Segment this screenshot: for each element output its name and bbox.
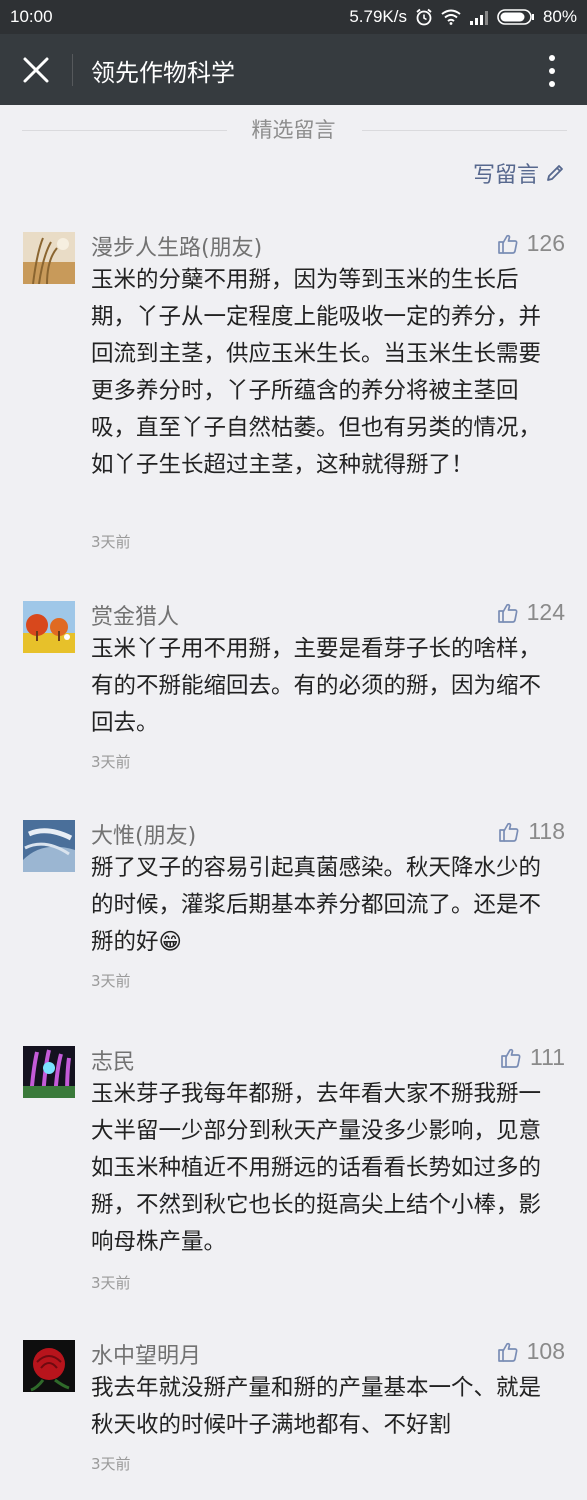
comment-text: 掰了叉子的容易引起真菌感染。秋天降水少的的时候，灌浆后期基本养分都回流了。还是不… xyxy=(91,855,542,955)
thumbs-up-icon xyxy=(501,1048,521,1068)
network-speed: 5.79K/s xyxy=(349,7,407,26)
comment-text: 玉米的分蘖不用掰，因为等到玉米的生长后期，丫子从一定程度上能吸收一定的养分，并回… xyxy=(91,267,542,478)
more-options-icon[interactable] xyxy=(547,54,557,88)
write-comment-button[interactable]: 写留言 xyxy=(473,157,565,189)
header-divider xyxy=(72,54,73,86)
thumbs-up-icon xyxy=(497,603,518,623)
thumbs-up-icon xyxy=(497,1342,518,1362)
avatar[interactable] xyxy=(23,232,75,284)
divider-right xyxy=(362,130,567,131)
battery-level: 80% xyxy=(542,7,577,26)
like-count: 108 xyxy=(526,1338,565,1364)
like-count: 118 xyxy=(528,818,565,844)
commenter-name: 漫步人生路(朋友) xyxy=(91,236,263,261)
comment-text: 我去年就没掰产量和掰的产量基本一个、就是秋天收的时候叶子满地都有、不好割 xyxy=(91,1375,542,1438)
alarm-icon xyxy=(416,8,432,26)
comment-time: 3天前 xyxy=(91,972,131,990)
featured-comments-header: 精选留言 xyxy=(0,112,587,146)
like-count: 124 xyxy=(526,599,565,625)
like-button[interactable]: 118 xyxy=(498,818,565,845)
like-count: 111 xyxy=(530,1044,565,1070)
commenter-name: 水中望明月 xyxy=(91,1344,202,1369)
commenter-name: 大惟(朋友) xyxy=(91,824,197,849)
comment-time: 3天前 xyxy=(91,753,131,771)
comment-text: 玉米丫子用不用掰，主要是看芽子长的啥样，有的不掰能缩回去。有的必须的掰，因为缩不… xyxy=(91,636,542,736)
close-icon[interactable] xyxy=(22,56,50,84)
thumbs-up-icon xyxy=(499,822,519,842)
comment-time: 3天前 xyxy=(91,533,131,551)
like-button[interactable]: 124 xyxy=(497,599,565,626)
page-title: 领先作物科学 xyxy=(91,59,235,87)
comment-time: 3天前 xyxy=(91,1455,131,1473)
section-title: 精选留言 xyxy=(251,118,336,142)
comment-time: 3天前 xyxy=(91,1274,131,1292)
like-button[interactable]: 108 xyxy=(497,1338,565,1365)
thumbs-up-icon xyxy=(497,234,518,254)
avatar[interactable] xyxy=(23,1340,75,1392)
commenter-name: 赏金猎人 xyxy=(91,605,180,630)
app-header: 领先作物科学 xyxy=(0,34,587,105)
like-count: 126 xyxy=(526,230,565,256)
status-bar: 10:00 5.79K/s 80% xyxy=(0,0,587,34)
pencil-icon xyxy=(547,165,563,181)
comment-text: 玉米芽子我每年都掰，去年看大家不掰我掰一大半留一少部分到秋天产量没多少影响，见意… xyxy=(91,1081,542,1255)
battery-icon xyxy=(497,9,534,25)
status-time: 10:00 xyxy=(10,7,53,26)
avatar[interactable] xyxy=(23,820,75,872)
signal-icon xyxy=(469,10,488,25)
avatar[interactable] xyxy=(23,1046,75,1098)
status-icons: 5.79K/s 80% xyxy=(349,7,577,27)
commenter-name: 志民 xyxy=(91,1050,136,1075)
wifi-icon xyxy=(441,9,461,25)
like-button[interactable]: 126 xyxy=(497,230,565,257)
avatar[interactable] xyxy=(23,601,75,653)
write-comment-label: 写留言 xyxy=(472,163,539,188)
like-button[interactable]: 111 xyxy=(500,1044,565,1071)
